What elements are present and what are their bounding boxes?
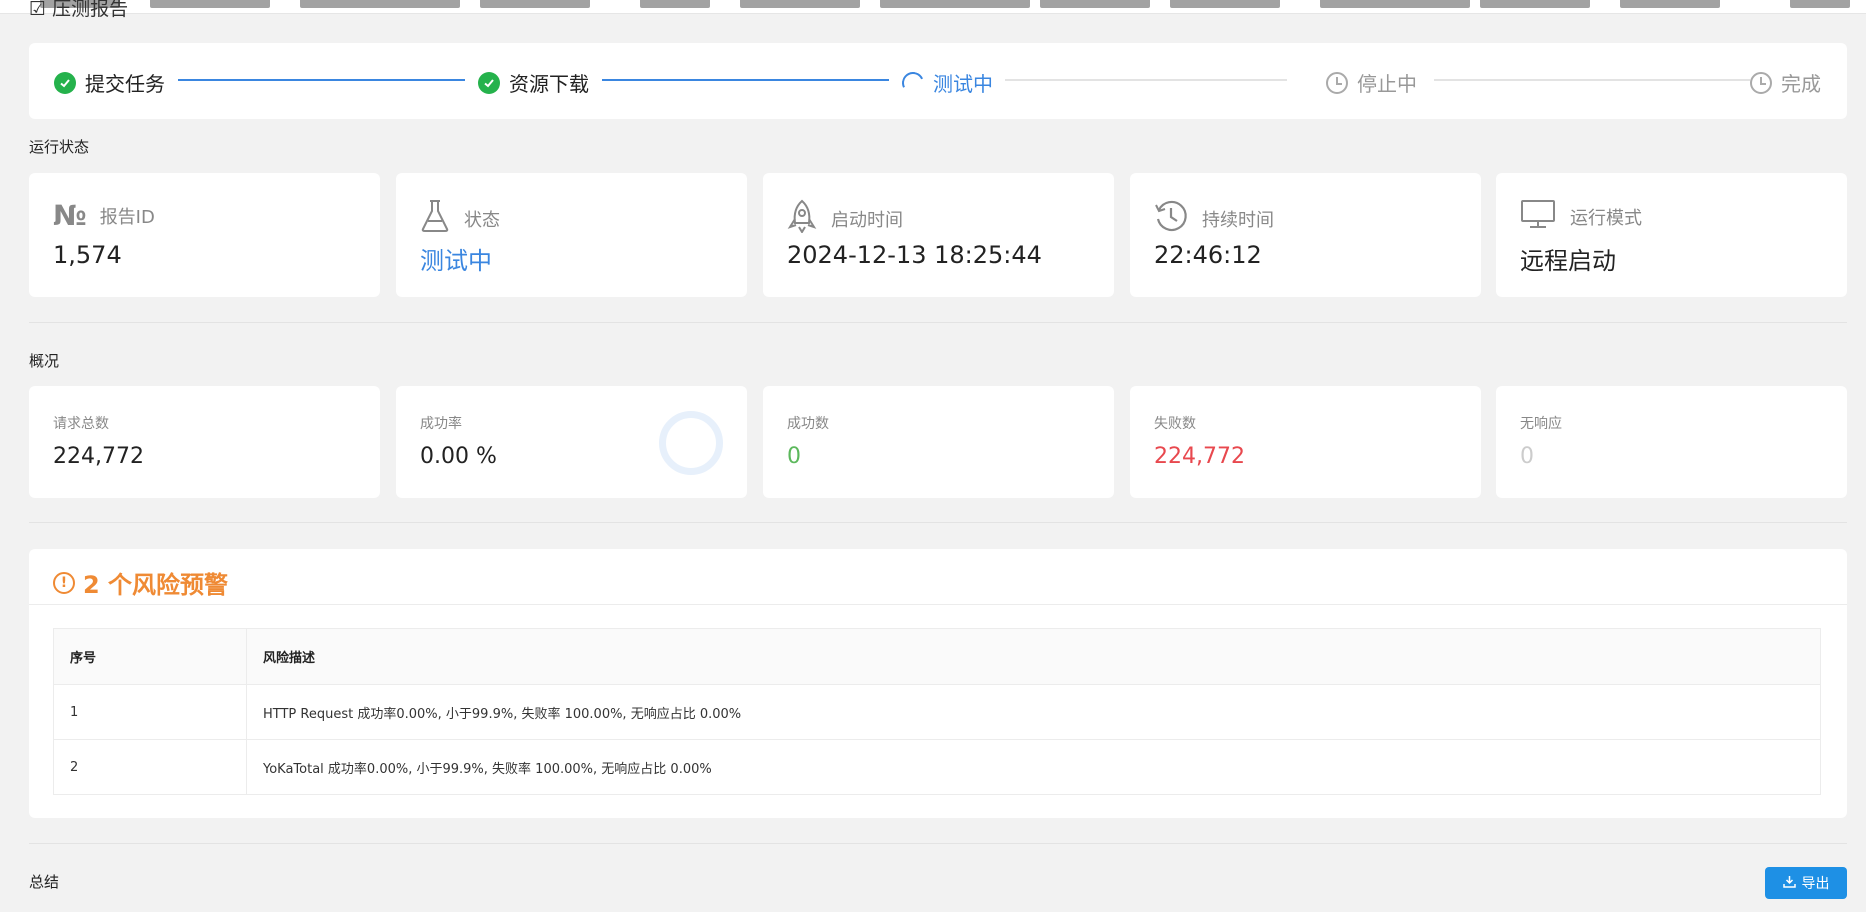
edit-icon: ☑ bbox=[29, 0, 47, 20]
run-mode-card: 运行模式 远程启动 bbox=[1496, 173, 1847, 297]
divider bbox=[29, 604, 1847, 605]
overview-title: 概况 bbox=[29, 352, 60, 370]
success-rate-ring bbox=[659, 411, 723, 475]
row-no: 2 bbox=[53, 739, 247, 795]
warning-icon: ! bbox=[53, 571, 75, 594]
status-card: 状态 测试中 bbox=[396, 173, 747, 297]
row-desc: HTTP Request 成功率0.00%, 小于99.9%, 失败率 100.… bbox=[246, 684, 1821, 740]
step-complete: 完成 bbox=[1750, 68, 1821, 97]
risk-table: 序号 风险描述 1 HTTP Request 成功率0.00%, 小于99.9%… bbox=[53, 628, 1821, 795]
check-circle-icon bbox=[54, 71, 76, 94]
page-title: ☑ 压测报告 bbox=[29, 0, 129, 20]
risk-warning-panel: ! 2 个风险预警 序号 风险描述 1 HTTP Request 成功率0.00… bbox=[29, 549, 1847, 818]
table-row: 2 YoKaTotal 成功率0.00%, 小于99.9%, 失败率 100.0… bbox=[53, 739, 1821, 795]
clock-icon bbox=[1326, 71, 1348, 94]
run-state-title: 运行状态 bbox=[29, 138, 90, 156]
step-download: 资源下载 bbox=[478, 68, 589, 97]
flask-icon bbox=[420, 199, 450, 238]
check-circle-icon bbox=[478, 71, 500, 94]
table-row: 1 HTTP Request 成功率0.00%, 小于99.9%, 失败率 10… bbox=[53, 684, 1821, 740]
no-response-card: 无响应 0 bbox=[1496, 386, 1847, 498]
failure-count-value: 224,772 bbox=[1154, 444, 1245, 469]
row-no: 1 bbox=[53, 684, 247, 740]
step-connector bbox=[178, 79, 465, 81]
number-icon: № bbox=[53, 199, 87, 232]
progress-steps: 提交任务 资源下载 测试中 停止中 完成 bbox=[29, 43, 1847, 119]
success-count-value: 0 bbox=[787, 444, 801, 469]
risk-warning-header: ! 2 个风险预警 bbox=[53, 565, 228, 600]
column-header-desc: 风险描述 bbox=[246, 628, 1821, 685]
total-requests-value: 224,772 bbox=[53, 444, 144, 469]
start-time-card: 启动时间 2024-12-13 18:25:44 bbox=[763, 173, 1114, 297]
report-id-value: 1,574 bbox=[53, 241, 122, 269]
success-rate-card: 成功率 0.00 % bbox=[396, 386, 747, 498]
failure-count-card: 失败数 224,772 bbox=[1130, 386, 1481, 498]
divider bbox=[29, 843, 1847, 844]
rocket-icon bbox=[787, 199, 817, 238]
loading-icon bbox=[898, 68, 928, 97]
column-header-no: 序号 bbox=[53, 628, 247, 685]
run-mode-value: 远程启动 bbox=[1520, 247, 1616, 275]
monitor-icon bbox=[1520, 199, 1556, 234]
row-desc: YoKaTotal 成功率0.00%, 小于99.9%, 失败率 100.00%… bbox=[246, 739, 1821, 795]
no-response-value: 0 bbox=[1520, 444, 1534, 469]
success-rate-value: 0.00 % bbox=[420, 444, 497, 469]
step-connector bbox=[1005, 79, 1287, 81]
summary-title: 总结 bbox=[29, 873, 60, 891]
step-connector bbox=[602, 79, 889, 81]
divider bbox=[29, 522, 1847, 523]
step-testing: 测试中 bbox=[898, 68, 993, 97]
step-stopping: 停止中 bbox=[1326, 68, 1417, 97]
report-id-card: № 报告ID 1,574 bbox=[29, 173, 380, 297]
duration-card: 持续时间 22:46:12 bbox=[1130, 173, 1481, 297]
export-button[interactable]: 导出 bbox=[1765, 867, 1847, 899]
start-time-value: 2024-12-13 18:25:44 bbox=[787, 241, 1042, 269]
step-submit: 提交任务 bbox=[54, 68, 165, 97]
step-connector bbox=[1434, 79, 1750, 81]
status-value: 测试中 bbox=[420, 247, 492, 275]
history-clock-icon bbox=[1154, 199, 1188, 238]
browser-bookmarks-strip bbox=[0, 0, 1866, 14]
download-icon bbox=[1782, 875, 1796, 892]
clock-icon bbox=[1750, 71, 1772, 94]
total-requests-card: 请求总数 224,772 bbox=[29, 386, 380, 498]
table-header-row: 序号 风险描述 bbox=[53, 628, 1821, 685]
duration-value: 22:46:12 bbox=[1154, 241, 1262, 269]
divider bbox=[29, 322, 1847, 323]
success-count-card: 成功数 0 bbox=[763, 386, 1114, 498]
